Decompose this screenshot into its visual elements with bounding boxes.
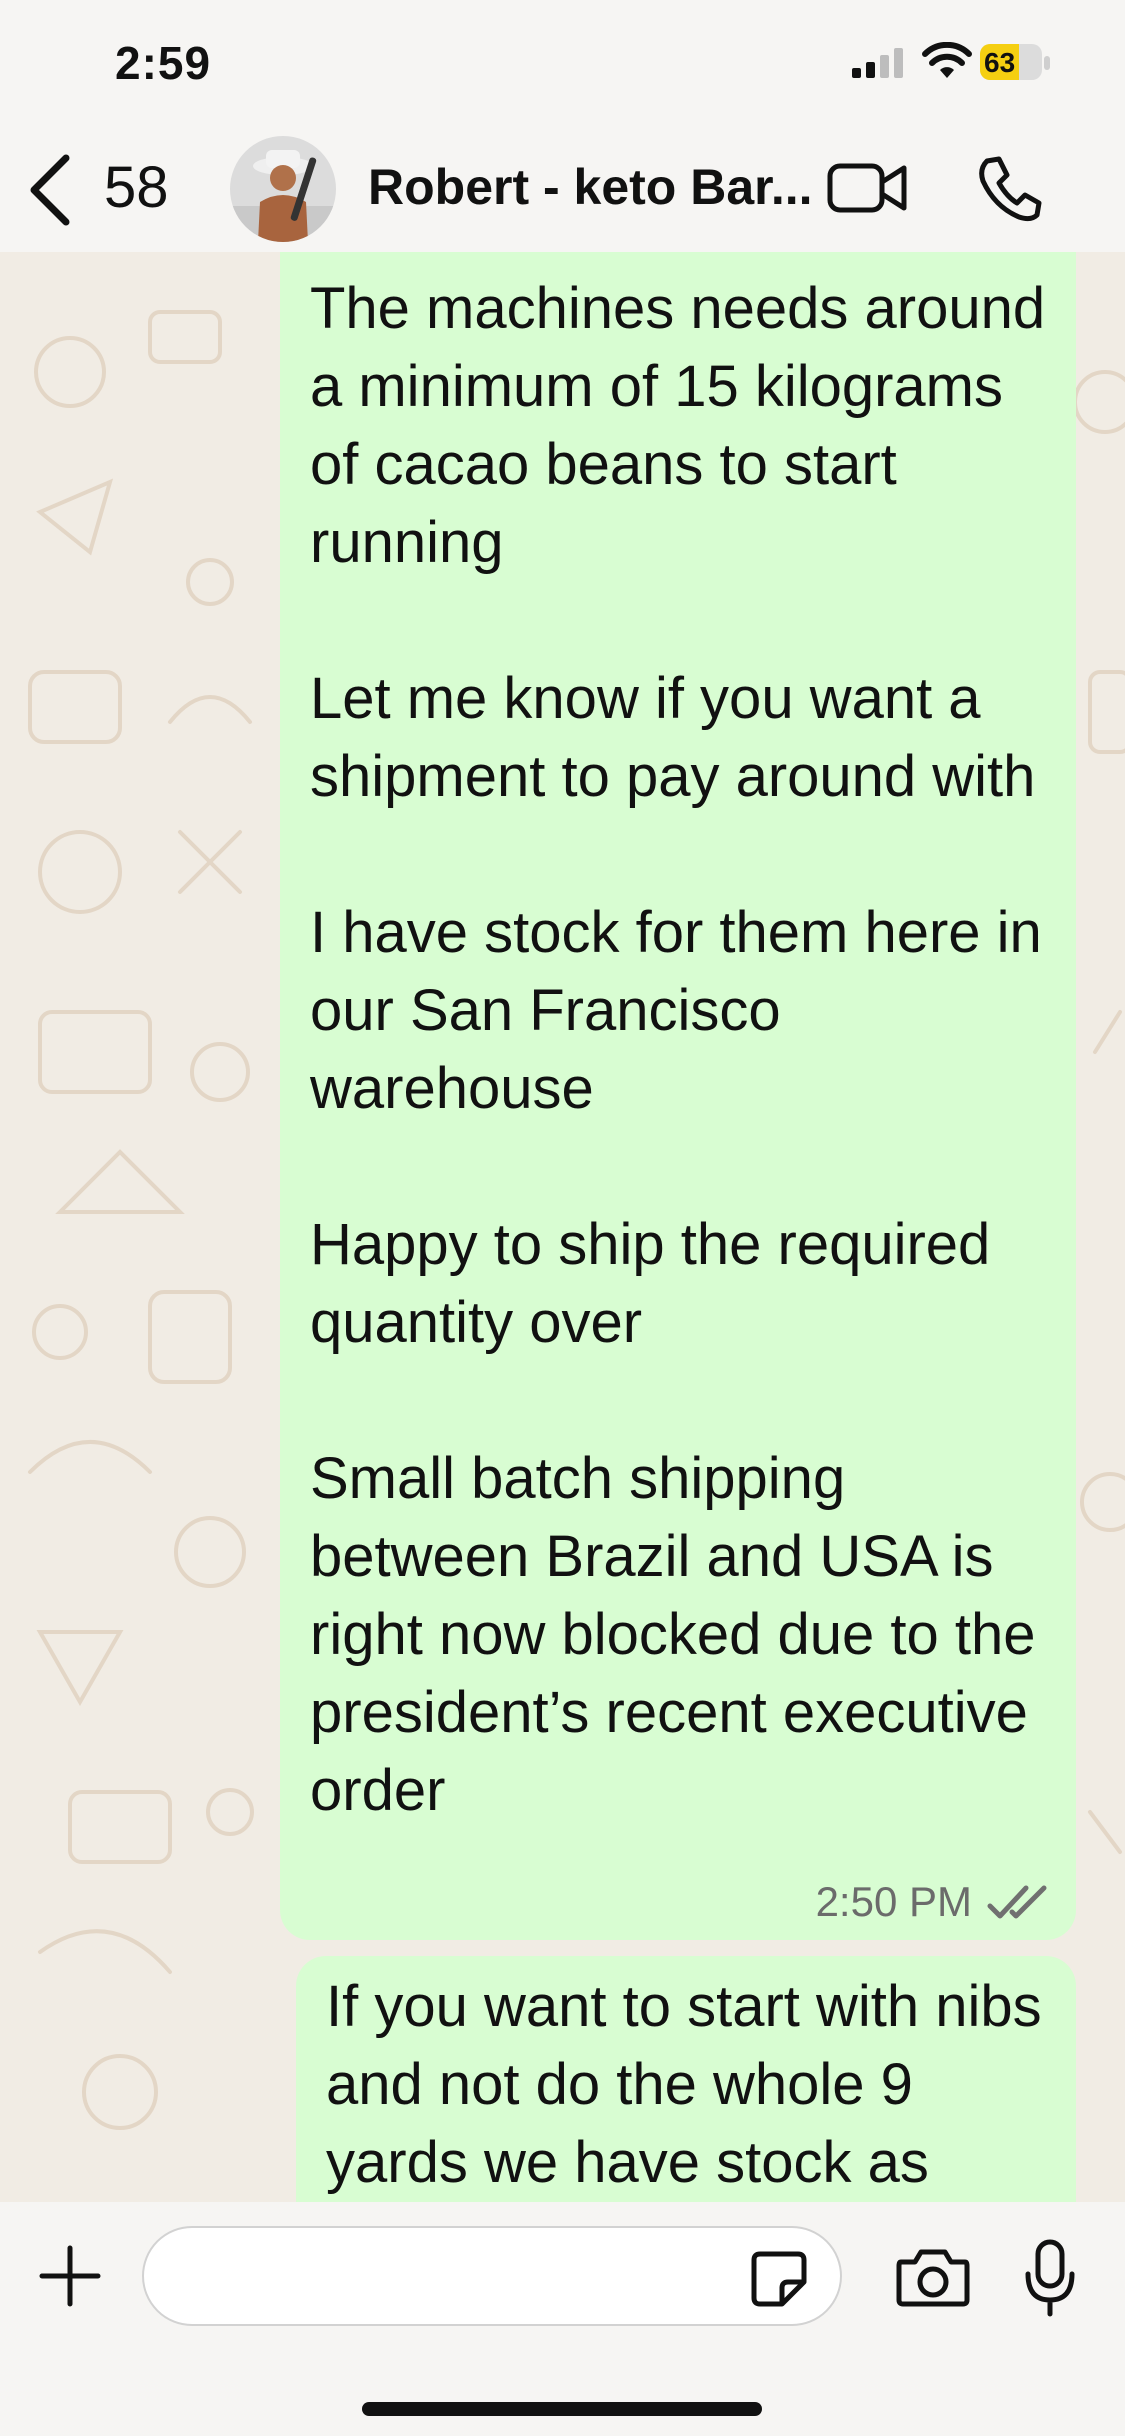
status-bar: 2:59 63: [0, 0, 1125, 128]
message-text: If you want to start with nibs and not d…: [326, 1974, 1042, 2195]
chat-area[interactable]: The machines needs around a minimum of 1…: [0, 252, 1125, 2202]
microphone-icon[interactable]: [1020, 2238, 1080, 2318]
chat-header: 58 Robert - keto Bar...: [0, 128, 1125, 252]
sticker-icon[interactable]: [750, 2250, 808, 2308]
unread-count[interactable]: 58: [104, 154, 169, 221]
message-meta: 2:50 PM: [816, 1878, 1050, 1926]
message-time: 2:50 PM: [815, 1878, 972, 1925]
status-time: 2:59: [115, 37, 212, 89]
wifi-icon: [922, 42, 972, 78]
cellular-signal-icon: [852, 48, 903, 78]
battery-indicator: 63: [980, 44, 1052, 82]
battery-percent: 63: [984, 47, 1016, 78]
home-indicator[interactable]: [362, 2402, 762, 2416]
message-bubble-outgoing[interactable]: The machines needs around a minimum of 1…: [280, 252, 1076, 1940]
phone-icon[interactable]: [975, 153, 1045, 223]
read-receipt-icon: [987, 1885, 1047, 1919]
contact-name[interactable]: Robert - keto Bar...: [368, 158, 813, 216]
message-composer: [0, 2202, 1125, 2436]
avatar[interactable]: [230, 136, 336, 242]
video-icon[interactable]: [826, 156, 910, 220]
plus-icon[interactable]: [38, 2244, 102, 2308]
message-input[interactable]: [142, 2226, 842, 2326]
camera-icon[interactable]: [895, 2246, 971, 2308]
message-bubble-outgoing[interactable]: If you want to start with nibs and not d…: [296, 1956, 1076, 2202]
chevron-left-icon[interactable]: [20, 148, 80, 232]
message-text: The machines needs around a minimum of 1…: [310, 276, 1046, 1823]
